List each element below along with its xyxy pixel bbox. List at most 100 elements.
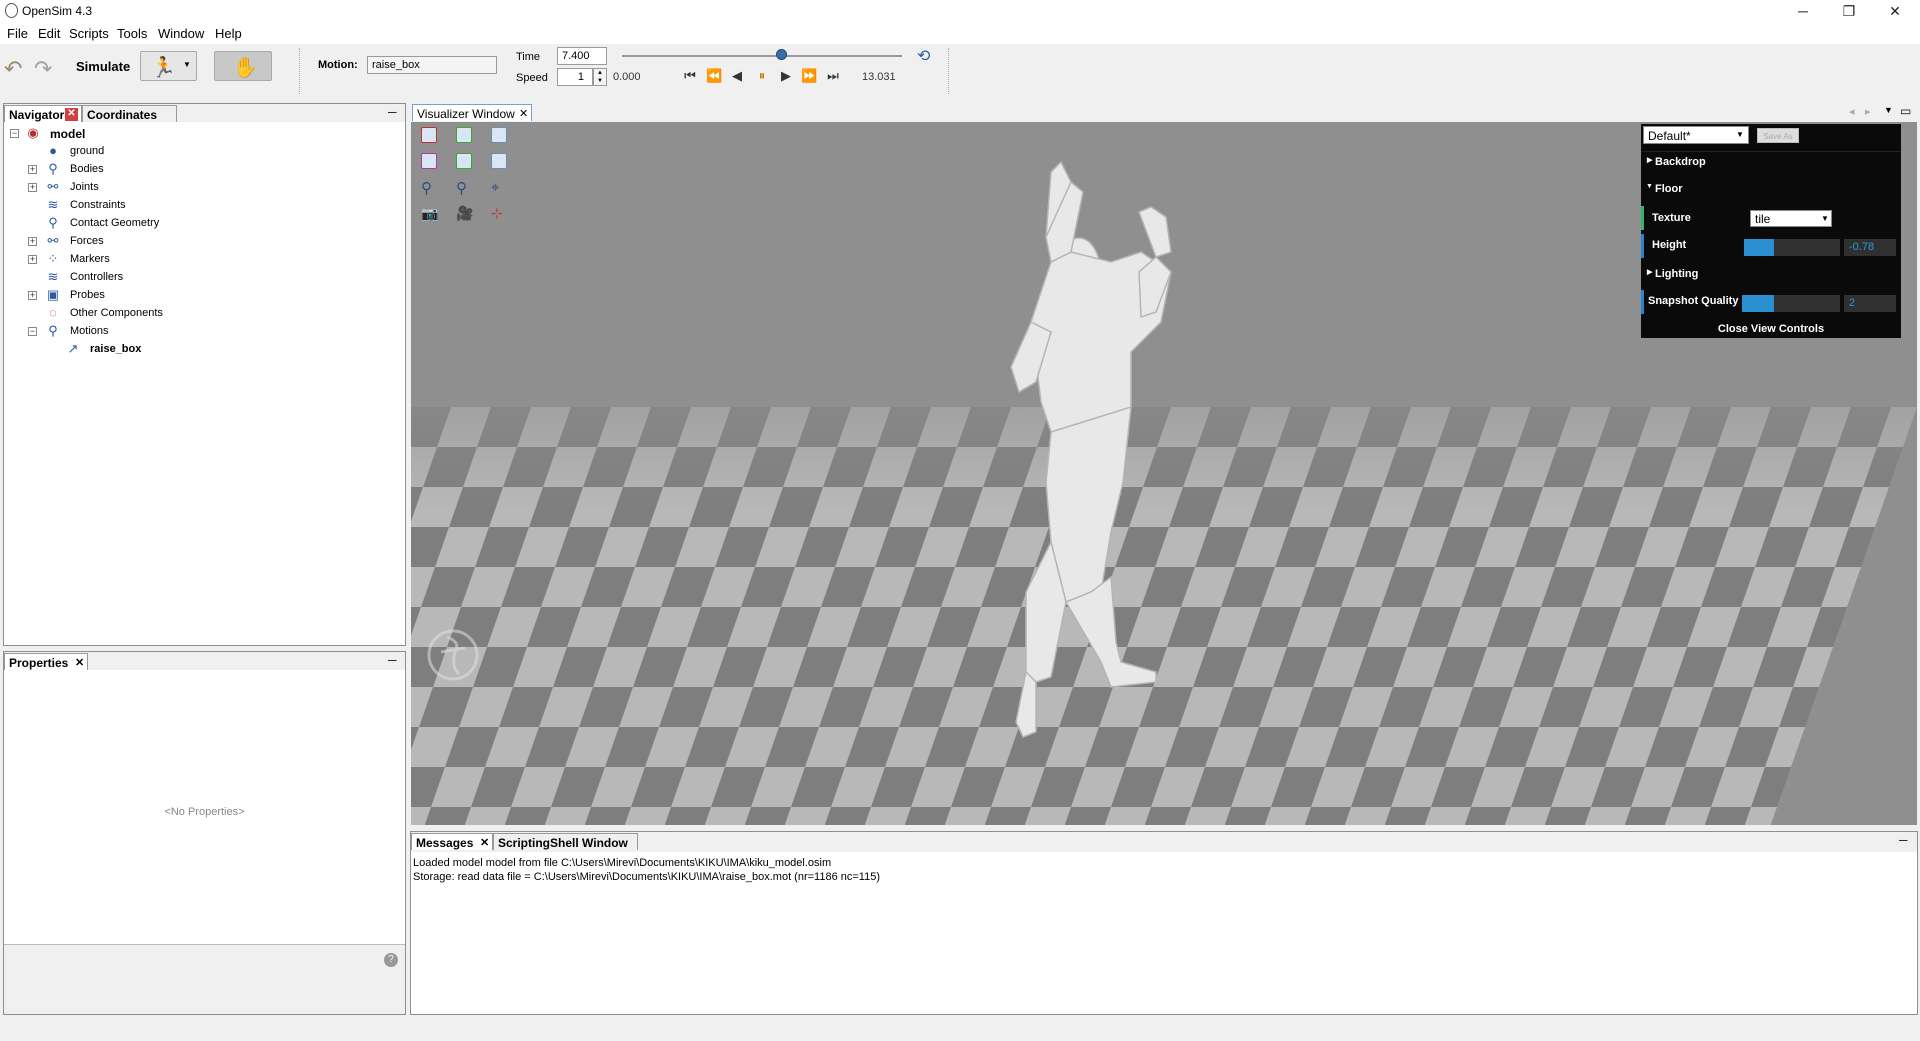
minimize-button[interactable]: ─: [1780, 0, 1826, 22]
speed-label: Speed: [516, 72, 548, 84]
collapse-icon[interactable]: −: [10, 129, 19, 138]
pause-icon[interactable]: ⏸: [755, 68, 769, 84]
tree-item-probes[interactable]: + ▣ Probes: [28, 287, 328, 305]
right-view-icon[interactable]: [456, 153, 472, 169]
left-view-icon[interactable]: [421, 153, 437, 169]
tree-item-forces[interactable]: + ⚯ Forces: [28, 233, 328, 251]
speed-spinner-icon[interactable]: ▲ ▼: [593, 68, 607, 86]
texture-select[interactable]: tile ▼: [1750, 210, 1832, 227]
zoom-out-icon[interactable]: ⚲: [421, 179, 432, 197]
minimize-panel-icon[interactable]: ─: [388, 105, 397, 119]
ground-icon: ●: [49, 143, 57, 158]
close-icon[interactable]: ✕: [519, 107, 528, 120]
menu-file[interactable]: File: [7, 26, 28, 41]
messages-tab-header: Messages ✕ ScriptingShell Window ─: [411, 832, 1917, 852]
tab-properties[interactable]: Properties ✕: [4, 653, 88, 670]
back-view-icon[interactable]: [491, 127, 507, 143]
close-icon[interactable]: ✕: [65, 108, 78, 121]
properties-tab-header: Properties ✕ ─: [4, 652, 405, 670]
stop-simulation-button[interactable]: ✋: [214, 51, 272, 81]
tab-visualizer-window[interactable]: Visualizer Window ✕: [412, 104, 532, 121]
motion-name-field[interactable]: raise_box: [367, 56, 497, 74]
height-value[interactable]: -0.78: [1844, 239, 1896, 256]
tree-item-joints[interactable]: + ⚯ Joints: [28, 179, 328, 197]
expand-icon[interactable]: +: [28, 183, 37, 192]
help-icon[interactable]: ?: [384, 953, 398, 967]
tree-item-ground[interactable]: ● ground: [28, 143, 328, 161]
close-view-controls-button[interactable]: Close View Controls: [1641, 320, 1901, 338]
tab-scripting-shell[interactable]: ScriptingShell Window: [493, 833, 638, 850]
navigator-panel: Navigator ✕ Coordinates ─ − ◉ model ● gr…: [3, 103, 406, 646]
lighting-section[interactable]: ▶ Lighting: [1641, 264, 1901, 284]
run-simulation-button[interactable]: 🏃 ▼: [140, 51, 197, 81]
running-man-icon: 🏃: [151, 57, 176, 79]
reset-view-icon[interactable]: [421, 127, 437, 143]
tree-item-controllers[interactable]: ≋ Controllers: [28, 269, 328, 287]
snapshot-slider[interactable]: [1742, 295, 1840, 312]
loop-icon[interactable]: ⟲: [917, 46, 930, 66]
restore-button[interactable]: ❐: [1826, 0, 1872, 22]
tree-item-contact-geometry[interactable]: ⚲ Contact Geometry: [28, 215, 328, 233]
preset-select[interactable]: Default* ▼: [1643, 126, 1749, 144]
scroll-right-icon[interactable]: ▸: [1865, 105, 1871, 118]
tree-root-model[interactable]: − ◉ model: [10, 125, 310, 143]
save-as-button[interactable]: Save As: [1757, 128, 1799, 143]
close-icon[interactable]: ✕: [75, 656, 84, 669]
height-slider[interactable]: [1744, 239, 1840, 256]
expand-icon[interactable]: +: [28, 165, 37, 174]
backdrop-section[interactable]: ▶ Backdrop: [1641, 151, 1901, 171]
close-icon[interactable]: ✕: [480, 836, 489, 849]
close-button[interactable]: ✕: [1872, 0, 1918, 22]
menu-window[interactable]: Window: [158, 26, 204, 41]
snapshot-icon[interactable]: 📷: [421, 205, 438, 222]
step-forward-icon[interactable]: ⏩: [801, 68, 817, 84]
record-movie-icon[interactable]: 🎥: [456, 205, 473, 222]
front-view-icon[interactable]: [456, 127, 472, 143]
navigator-tree: − ◉ model ● ground + ⚲ Bodies + ⚯ Joints…: [4, 122, 405, 645]
tree-item-constraints[interactable]: ≋ Constraints: [28, 197, 328, 215]
maximize-icon[interactable]: ▭: [1900, 104, 1911, 118]
expand-icon[interactable]: +: [28, 237, 37, 246]
floor-section[interactable]: ▼ Floor: [1641, 179, 1901, 199]
go-to-end-icon[interactable]: ⏭: [826, 68, 840, 84]
snapshot-value[interactable]: 2: [1844, 295, 1896, 312]
play-icon[interactable]: ▶: [779, 68, 793, 84]
tab-messages[interactable]: Messages ✕: [411, 833, 493, 850]
speed-stepper[interactable]: 1: [557, 68, 593, 86]
menu-edit[interactable]: Edit: [38, 26, 60, 41]
menu-tools[interactable]: Tools: [117, 26, 147, 41]
zoom-in-icon[interactable]: ⚲: [456, 179, 467, 197]
expand-icon[interactable]: +: [28, 291, 37, 300]
tree-item-markers[interactable]: + ⁘ Markers: [28, 251, 328, 269]
undo-icon[interactable]: ↶: [4, 56, 22, 82]
message-line: Loaded model model from file C:\Users\Mi…: [413, 857, 832, 869]
expand-icon[interactable]: +: [28, 255, 37, 264]
tab-coordinates[interactable]: Coordinates: [82, 105, 177, 122]
fit-view-icon[interactable]: ⌖: [491, 179, 499, 196]
components-icon: ◌: [49, 305, 57, 320]
axes-icon[interactable]: ⊹: [491, 205, 503, 222]
tab-navigator[interactable]: Navigator ✕: [4, 105, 82, 122]
minimize-panel-icon[interactable]: ─: [1899, 833, 1908, 847]
minimize-panel-icon[interactable]: ─: [388, 653, 397, 667]
go-to-start-icon[interactable]: ⏮: [683, 68, 697, 84]
motion-file-icon: ↗: [67, 341, 79, 356]
tree-item-raise-box[interactable]: ↗ raise_box: [48, 341, 348, 359]
menu-scripts[interactable]: Scripts: [69, 26, 109, 41]
top-view-icon[interactable]: [491, 153, 507, 169]
tree-item-motions[interactable]: − ⚲ Motions: [28, 323, 328, 341]
tree-item-other-components[interactable]: ◌ Other Components: [28, 305, 328, 323]
time-slider-thumb[interactable]: [776, 49, 788, 60]
collapse-icon[interactable]: −: [28, 327, 37, 336]
time-field[interactable]: 7.400: [557, 47, 607, 65]
play-reverse-icon[interactable]: ◀: [730, 68, 744, 84]
message-line: Storage: read data file = C:\Users\Mirev…: [413, 871, 880, 883]
tree-item-bodies[interactable]: + ⚲ Bodies: [28, 161, 328, 179]
menu-help[interactable]: Help: [215, 26, 242, 41]
scroll-left-icon[interactable]: ◂: [1849, 105, 1855, 118]
tab-list-icon[interactable]: ▼: [1884, 105, 1893, 115]
redo-icon[interactable]: ↷: [34, 56, 52, 82]
bodies-icon: ⚲: [48, 161, 58, 176]
step-back-icon[interactable]: ⏪: [706, 68, 722, 84]
time-slider-track[interactable]: [622, 55, 902, 57]
